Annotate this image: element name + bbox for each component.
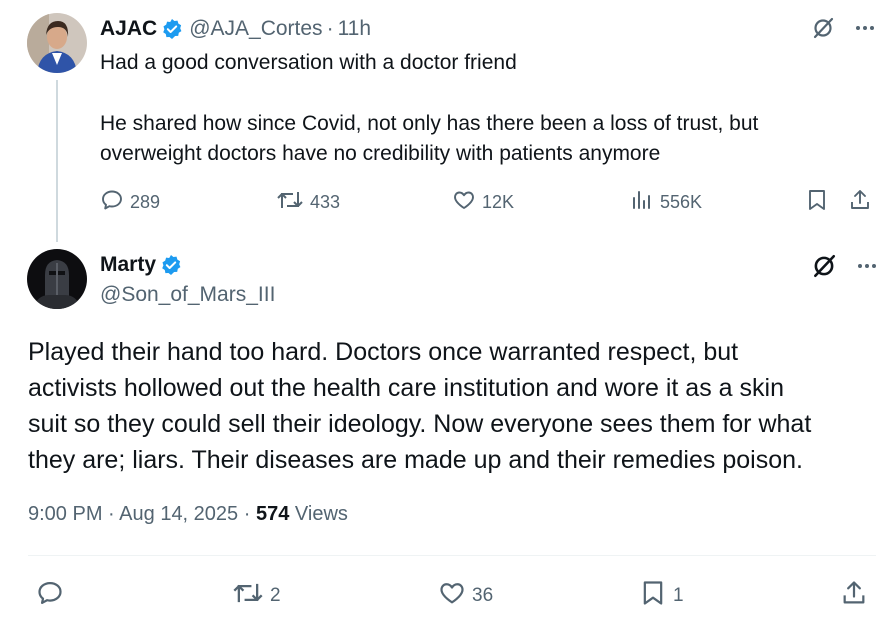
quoted-action-bar: 289 433 12K 556K bbox=[100, 186, 880, 216]
views-count: 574 bbox=[255, 503, 290, 525]
main-action-bar: 2 36 1 bbox=[0, 575, 893, 611]
author-name[interactable]: AJAC bbox=[100, 17, 157, 41]
share-icon bbox=[848, 188, 872, 217]
main-tweet-line: they are; liars. Their diseases are made… bbox=[28, 446, 803, 474]
bar-chart-icon bbox=[630, 188, 654, 217]
main-tweet-line: activists hollowed out the health care i… bbox=[28, 374, 784, 402]
thread-line bbox=[56, 80, 58, 242]
repost-count: 433 bbox=[310, 192, 341, 212]
post-date[interactable]: Aug 14, 2025 bbox=[119, 503, 238, 525]
repost-button[interactable]: 2 bbox=[232, 579, 281, 613]
verified-badge-icon bbox=[160, 254, 182, 276]
more-icon[interactable] bbox=[855, 254, 879, 278]
verified-badge-icon bbox=[161, 18, 183, 40]
separator-dot: · bbox=[243, 503, 251, 525]
tweet-meta: 9:00 PM · Aug 14, 2025 · 574 Views bbox=[28, 503, 348, 526]
bookmark-count: 1 bbox=[673, 585, 684, 606]
heart-icon bbox=[452, 188, 476, 217]
author-handle[interactable]: @AJA_Cortes bbox=[189, 17, 322, 41]
like-button[interactable]: 36 bbox=[438, 579, 493, 613]
repost-icon bbox=[276, 188, 304, 217]
bookmark-icon bbox=[805, 188, 829, 217]
views-count: 556K bbox=[660, 192, 703, 212]
reply-icon bbox=[36, 579, 64, 613]
like-count: 36 bbox=[472, 585, 494, 606]
bookmark-button[interactable] bbox=[805, 188, 829, 217]
repost-count: 2 bbox=[270, 585, 281, 606]
repost-icon bbox=[232, 579, 264, 613]
post-time[interactable]: 9:00 PM bbox=[28, 503, 102, 525]
like-count: 12K bbox=[482, 192, 515, 212]
separator-dot: · bbox=[326, 17, 334, 40]
repost-button[interactable]: 433 bbox=[276, 188, 340, 217]
reply-button[interactable] bbox=[36, 579, 70, 613]
divider bbox=[28, 555, 876, 556]
author-name[interactable]: Marty bbox=[100, 253, 156, 277]
quoted-tweet-line-1: Had a good conversation with a doctor fr… bbox=[100, 51, 517, 74]
heart-icon bbox=[438, 579, 466, 613]
main-tweet-line: suit so they could sell their ideology. … bbox=[28, 410, 812, 438]
reply-button[interactable]: 289 bbox=[100, 188, 160, 217]
more-icon[interactable] bbox=[853, 16, 877, 40]
quoted-tweet-line-2: He shared how since Covid, not only has … bbox=[100, 112, 759, 135]
share-button[interactable] bbox=[848, 188, 872, 217]
author-handle[interactable]: @Son_of_Mars_III bbox=[100, 283, 275, 307]
separator-dot: · bbox=[108, 503, 115, 525]
reply-count: 289 bbox=[130, 192, 161, 212]
like-button[interactable]: 12K bbox=[452, 188, 514, 217]
avatar-marty[interactable] bbox=[27, 249, 87, 309]
avatar-ajac[interactable] bbox=[27, 13, 87, 73]
reply-icon bbox=[100, 188, 124, 217]
bookmark-button[interactable]: 1 bbox=[639, 579, 684, 613]
share-button[interactable] bbox=[840, 579, 868, 613]
main-tweet-text: Played their hand too hard. Doctors once… bbox=[28, 334, 878, 478]
main-tweet-line: Played their hand too hard. Doctors once… bbox=[28, 338, 739, 366]
bookmark-icon bbox=[639, 579, 667, 613]
grok-icon[interactable] bbox=[811, 253, 837, 279]
share-icon bbox=[840, 579, 868, 613]
grok-icon[interactable] bbox=[811, 16, 835, 40]
views-button[interactable]: 556K bbox=[630, 188, 702, 217]
views-label: Views bbox=[294, 503, 348, 525]
timestamp[interactable]: 11h bbox=[338, 17, 371, 41]
quoted-tweet-line-3: overweight doctors have no credibility w… bbox=[100, 142, 661, 165]
